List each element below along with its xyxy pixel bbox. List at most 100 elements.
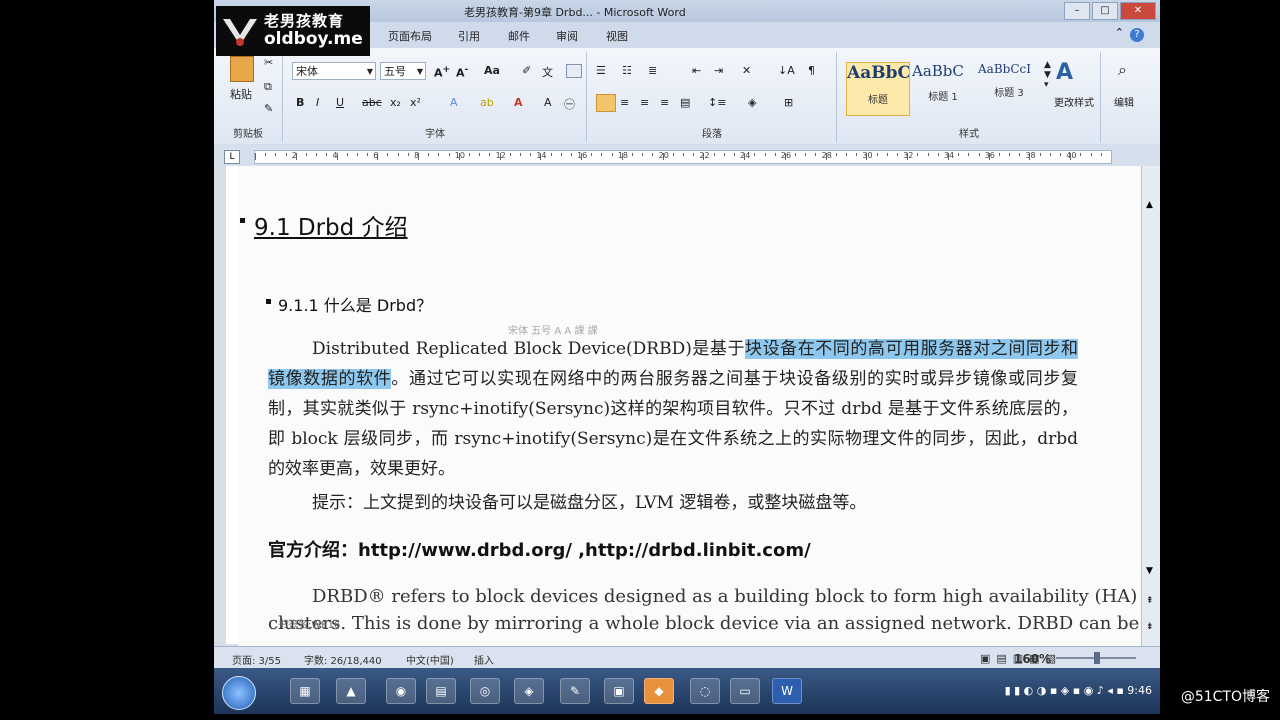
word-count[interactable]: 字数: 26/18,440 — [304, 652, 382, 667]
cut-icon[interactable]: ✂ — [264, 56, 273, 69]
increase-indent-icon[interactable]: ⇥ — [714, 64, 723, 77]
document-page[interactable]: 9.1 Drbd 介绍 9.1.1 什么是 Drbd？ 宋体 五号 A A 課 … — [238, 166, 1142, 646]
justify-icon[interactable]: ≡ — [660, 96, 669, 109]
heading-1[interactable]: 9.1 Drbd 介绍 — [240, 208, 408, 242]
edit-button[interactable]: 编辑 — [1114, 94, 1134, 109]
char-shading-icon[interactable]: A — [544, 96, 552, 109]
font-group: 宋体 ▼ 五号 ▼ A+ A- Aa ✐ 文 B I U abc x₂ x² A a… — [284, 52, 587, 142]
bold-icon[interactable]: B — [296, 96, 304, 109]
style-title[interactable]: AaBbC 标题 — [846, 62, 910, 116]
numbering-icon[interactable]: ☷ — [622, 64, 632, 77]
taskbar-app-icon[interactable]: ◌ — [690, 678, 720, 704]
paste-icon[interactable] — [230, 56, 254, 82]
align-left-icon[interactable] — [596, 94, 616, 112]
ruler-tick — [265, 153, 267, 156]
minimize-button[interactable]: – — [1064, 2, 1090, 20]
window-title: 老男孩教育-第9章 Drbd... - Microsoft Word — [464, 6, 686, 19]
tab-review[interactable]: 审阅 — [556, 28, 578, 44]
phonetic-icon[interactable]: 文 — [542, 64, 553, 80]
logo-v-icon — [223, 19, 257, 46]
styles-scroll-icon[interactable]: ▲ ▼ ▾ — [1044, 60, 1051, 90]
enclose-char-icon[interactable]: ㊀ — [564, 96, 575, 112]
ribbon-minimize-icon[interactable]: ⌃ — [1115, 26, 1124, 39]
taskbar-folder-icon[interactable]: ▭ — [730, 678, 760, 704]
align-right-icon[interactable]: ≡ — [640, 96, 649, 109]
copy-icon[interactable]: ⧉ — [264, 80, 272, 94]
taskbar-app-icon[interactable]: ◉ — [386, 678, 416, 704]
taskbar-app-icon[interactable]: ◈ — [514, 678, 544, 704]
show-marks-icon[interactable]: ¶ — [808, 64, 815, 77]
line-spacing-icon[interactable]: ↕≡ — [708, 96, 726, 109]
official-links[interactable]: 官方介绍：http://www.drbd.org/ ,http://drbd.l… — [268, 536, 811, 562]
distribute-icon[interactable]: ▤ — [680, 96, 690, 109]
taskbar-app-icon[interactable]: ▣ — [604, 678, 634, 704]
format-painter-icon[interactable]: ✎ — [264, 102, 273, 115]
tab-mailings[interactable]: 邮件 — [508, 28, 530, 44]
clear-format-icon[interactable]: ✐ — [522, 64, 531, 77]
binoculars-icon[interactable]: ⌕ — [1118, 60, 1127, 80]
vertical-scrollbar[interactable]: ▲ ▼ ⇞ ⇟ — [1141, 166, 1160, 646]
borders-icon[interactable]: ⊞ — [784, 96, 793, 109]
text-effects-icon[interactable]: A — [450, 96, 458, 109]
intro-paragraph[interactable]: Distributed Replicated Block Device(DRBD… — [268, 334, 1079, 484]
taskbar-app-icon[interactable]: ✎ — [560, 678, 590, 704]
drbd-paragraph-line2[interactable]: clusters. This is done by mirroring a wh… — [268, 613, 1139, 634]
drbd-paragraph-line1[interactable]: DRBD® refers to block devices designed a… — [312, 586, 1137, 607]
taskbar-app-icon[interactable]: ◎ — [470, 678, 500, 704]
strikethrough-icon[interactable]: abc — [362, 96, 382, 109]
zoom-slider[interactable] — [1056, 652, 1136, 664]
font-name-select[interactable]: 宋体 ▼ — [292, 62, 376, 80]
tab-selector-icon[interactable]: L — [224, 150, 240, 164]
chinese-layout-icon[interactable]: ✕ — [742, 64, 751, 77]
tab-references[interactable]: 引用 — [458, 28, 480, 44]
heading-2[interactable]: 9.1.1 什么是 Drbd？ — [266, 292, 432, 316]
superscript-icon[interactable]: x² — [410, 96, 421, 109]
shrink-font-icon[interactable]: A- — [456, 64, 468, 80]
multilevel-list-icon[interactable]: ≣ — [648, 64, 657, 77]
change-styles-icon[interactable]: A — [1056, 60, 1073, 85]
taskbar-app-icon[interactable]: ◆ — [644, 678, 674, 704]
tip-paragraph[interactable]: 提示：上文提到的块设备可以是磁盘分区，LVM 逻辑卷，或整块磁盘等。 — [312, 488, 866, 513]
char-border-icon[interactable] — [566, 64, 582, 78]
taskbar-app-icon[interactable]: ▦ — [290, 678, 320, 704]
next-page-icon[interactable]: ⇟ — [1146, 622, 1154, 632]
prev-page-icon[interactable]: ⇞ — [1146, 596, 1154, 606]
taskbar-app-icon[interactable]: ▤ — [426, 678, 456, 704]
close-button[interactable]: ✕ — [1120, 2, 1156, 20]
underline-icon[interactable]: U — [336, 96, 344, 109]
italic-icon[interactable]: I — [316, 96, 319, 109]
page-count[interactable]: 页面: 3/55 — [232, 652, 281, 667]
font-size-select[interactable]: 五号 ▼ — [380, 62, 426, 80]
maximize-button[interactable]: □ — [1092, 2, 1118, 20]
heading-1-text: 9.1 Drbd 介绍 — [254, 215, 408, 241]
change-case-icon[interactable]: Aa — [484, 64, 500, 77]
grow-font-icon[interactable]: A+ — [434, 64, 450, 80]
ruler-number: 32 — [903, 151, 914, 160]
horizontal-ruler[interactable]: 2 4 6 8 10 12 14 16 18 20 22 24 26 28 30 32 34 36 38 40 — [254, 150, 1112, 164]
style-heading1[interactable]: AaBbC 标题 1 — [912, 62, 974, 114]
change-styles-button[interactable]: 更改样式 — [1054, 94, 1094, 109]
bullets-icon[interactable]: ☰ — [596, 64, 606, 77]
scroll-up-icon[interactable]: ▲ — [1146, 200, 1153, 210]
decrease-indent-icon[interactable]: ⇤ — [692, 64, 701, 77]
language-indicator[interactable]: 中文(中国) — [406, 652, 454, 667]
tab-page-layout[interactable]: 页面布局 — [388, 28, 432, 44]
highlight-icon[interactable]: ab — [480, 96, 494, 109]
scroll-down-icon[interactable]: ▼ — [1146, 566, 1153, 576]
tab-view[interactable]: 视图 — [606, 28, 628, 44]
paste-button[interactable]: 粘贴 — [230, 86, 252, 102]
align-center-icon[interactable]: ≡ — [620, 96, 629, 109]
insert-mode[interactable]: 插入 — [474, 652, 494, 667]
zoom-level[interactable]: 160% — [1014, 652, 1051, 666]
taskbar-app-icon[interactable]: ▲ — [336, 678, 366, 704]
sort-icon[interactable]: ↓A — [778, 64, 795, 77]
help-icon[interactable]: ? — [1130, 28, 1144, 42]
start-button[interactable] — [222, 676, 256, 710]
system-tray[interactable]: ▮ ▮ ◐ ◑ ▪ ◈ ▪ ◉ ♪ ◂ ▪ 9:46 — [1005, 684, 1152, 697]
style-heading3[interactable]: AaBbCcI 标题 3 — [978, 62, 1040, 114]
subscript-icon[interactable]: x₂ — [390, 96, 401, 109]
taskbar-word-icon[interactable]: W — [772, 678, 802, 704]
font-color-icon[interactable]: A — [514, 96, 523, 109]
zoom-slider-knob[interactable] — [1094, 652, 1100, 664]
shading-icon[interactable]: ◈ — [748, 96, 756, 109]
